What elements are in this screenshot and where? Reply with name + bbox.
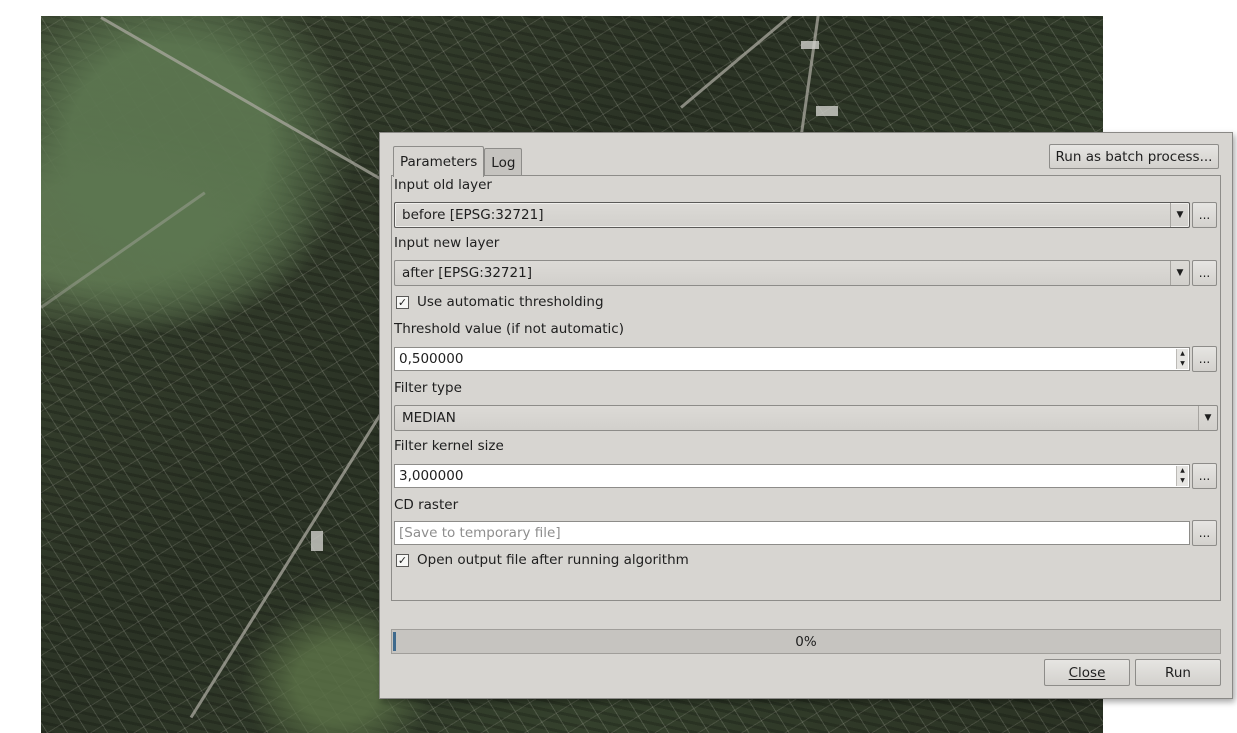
close-button[interactable]: Close (1044, 659, 1130, 686)
cd-raster-browse-button[interactable]: ... (1192, 520, 1217, 546)
close-button-label: Close (1068, 664, 1106, 681)
filter-type-value: MEDIAN (402, 410, 456, 426)
cd-raster-placeholder: [Save to temporary file] (399, 525, 561, 541)
algorithm-dialog: Parameters Log Run as batch process... I… (379, 132, 1233, 699)
tab-label: Parameters (400, 154, 478, 170)
run-button[interactable]: Run (1135, 659, 1221, 686)
new-layer-value: after [EPSG:32721] (402, 265, 532, 281)
old-layer-label: Input old layer (394, 177, 492, 193)
progress-bar: 0% (391, 629, 1221, 654)
open-output-checkbox[interactable]: ✓ Open output file after running algorit… (396, 552, 689, 568)
dropdown-arrow-icon[interactable]: ▼ (1170, 203, 1189, 227)
threshold-value: 0,500000 (399, 351, 464, 367)
kernel-size-value: 3,000000 (399, 468, 464, 484)
map-road (41, 191, 206, 309)
open-output-label: Open output file after running algorithm (417, 552, 689, 568)
map-building (816, 106, 838, 116)
checkbox-checked-icon[interactable]: ✓ (396, 553, 409, 567)
filter-type-combo[interactable]: MEDIAN ▼ (394, 405, 1218, 431)
run-button-label: Run (1165, 664, 1191, 681)
auto-threshold-label: Use automatic thresholding (417, 294, 604, 310)
threshold-browse-button[interactable]: ... (1192, 346, 1217, 372)
dropdown-arrow-icon[interactable]: ▼ (1198, 406, 1217, 430)
map-building (311, 531, 323, 551)
kernel-size-label: Filter kernel size (394, 438, 504, 454)
kernel-size-browse-button[interactable]: ... (1192, 463, 1217, 489)
run-as-batch-button[interactable]: Run as batch process... (1049, 144, 1219, 169)
cd-raster-label: CD raster (394, 497, 459, 513)
old-layer-browse-button[interactable]: ... (1192, 202, 1217, 228)
map-road (799, 16, 825, 138)
new-layer-combo[interactable]: after [EPSG:32721] ▼ (394, 260, 1190, 286)
spin-arrows-icon[interactable]: ▲ ▼ (1176, 466, 1188, 486)
parameters-panel: Input old layer before [EPSG:32721] ▼ ..… (391, 175, 1221, 601)
threshold-spinbox[interactable]: 0,500000 ▲ ▼ (394, 347, 1190, 371)
new-layer-label: Input new layer (394, 235, 500, 251)
checkbox-checked-icon[interactable]: ✓ (396, 295, 409, 309)
kernel-size-spinbox[interactable]: 3,000000 ▲ ▼ (394, 464, 1190, 488)
tab-log[interactable]: Log (484, 148, 523, 176)
tab-bar: Parameters Log (393, 146, 523, 177)
dropdown-arrow-icon[interactable]: ▼ (1170, 261, 1189, 285)
threshold-label: Threshold value (if not automatic) (394, 321, 624, 337)
auto-threshold-checkbox[interactable]: ✓ Use automatic thresholding (396, 294, 604, 310)
progress-fill (393, 632, 396, 651)
tab-label: Log (491, 154, 516, 171)
map-building (801, 41, 819, 49)
tab-parameters[interactable]: Parameters (393, 146, 485, 177)
spin-arrows-icon[interactable]: ▲ ▼ (1176, 349, 1188, 369)
old-layer-combo[interactable]: before [EPSG:32721] ▼ (394, 202, 1190, 228)
filter-type-label: Filter type (394, 380, 462, 396)
new-layer-browse-button[interactable]: ... (1192, 260, 1217, 286)
old-layer-value: before [EPSG:32721] (402, 207, 544, 223)
progress-text: 0% (795, 633, 817, 650)
cd-raster-output-field[interactable]: [Save to temporary file] (394, 521, 1190, 545)
